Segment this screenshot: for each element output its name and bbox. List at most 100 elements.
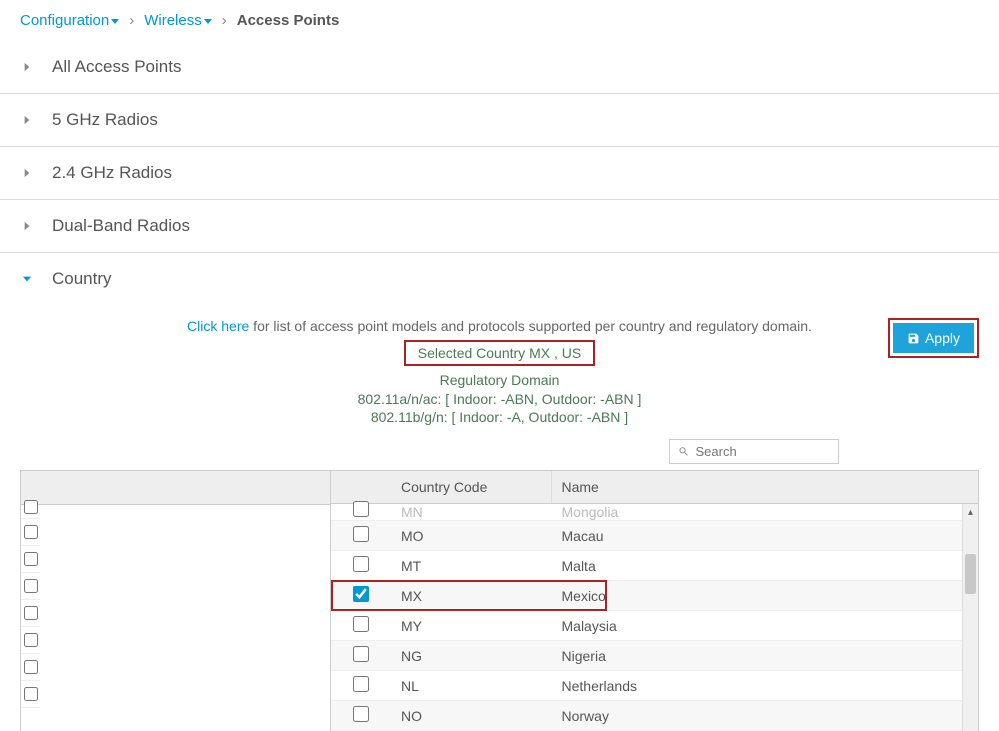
section-title: 2.4 GHz Radios [52, 163, 172, 183]
stub-checkbox[interactable] [24, 606, 38, 620]
row-checkbox[interactable] [353, 501, 369, 517]
table-row[interactable]: NLNetherlands [331, 671, 978, 701]
stub-checkbox-cell [21, 546, 40, 573]
chevron-right-icon [20, 166, 34, 180]
country-panel: Apply Click here for list of access poin… [0, 305, 999, 731]
row-checkbox[interactable] [353, 616, 369, 632]
stub-checkbox[interactable] [24, 687, 38, 701]
country-code-cell: NL [391, 671, 551, 701]
stub-checkbox[interactable] [24, 525, 38, 539]
stub-header-wide [40, 471, 330, 505]
country-code-cell: MN [391, 504, 551, 521]
row-checkbox-cell [331, 701, 391, 731]
section-24ghz-radios[interactable]: 2.4 GHz Radios [0, 147, 999, 200]
row-checkbox[interactable] [353, 676, 369, 692]
stub-checkbox[interactable] [24, 552, 38, 566]
chevron-right-icon [20, 113, 34, 127]
country-code-cell: NG [391, 641, 551, 671]
table-row[interactable]: NONorway [331, 701, 978, 731]
section-all-access-points[interactable]: All Access Points [0, 41, 999, 94]
checkbox-column-header [331, 471, 391, 504]
breadcrumb-separator: › [129, 12, 134, 29]
section-title: Dual-Band Radios [52, 216, 190, 236]
country-code-cell: MO [391, 521, 551, 551]
selected-country-label: Selected Country [418, 345, 529, 361]
row-checkbox-cell [331, 551, 391, 581]
selected-country-value: MX , US [529, 345, 581, 361]
section-title: 5 GHz Radios [52, 110, 158, 130]
country-name-cell: Nigeria [551, 641, 958, 671]
section-dual-band-radios[interactable]: Dual-Band Radios [0, 200, 999, 253]
stub-checkbox[interactable] [24, 660, 38, 674]
section-title: Country [52, 269, 112, 289]
country-code-cell: MY [391, 611, 551, 641]
row-checkbox[interactable] [353, 526, 369, 542]
regulatory-line-1: 802.11a/n/ac: [ Indoor: -ABN, Outdoor: -… [20, 391, 979, 407]
chevron-right-icon [20, 219, 34, 233]
country-name-cell: Malaysia [551, 611, 958, 641]
table-row[interactable]: NGNigeria [331, 641, 978, 671]
stub-checkbox-cell [21, 681, 40, 708]
table-row[interactable]: MYMalaysia [331, 611, 978, 641]
country-code-cell: NO [391, 701, 551, 731]
scroll-thumb[interactable] [965, 554, 976, 594]
search-box[interactable] [669, 439, 839, 464]
apply-button[interactable]: Apply [893, 323, 974, 353]
row-checkbox[interactable] [353, 586, 369, 602]
stub-checkbox-cell [21, 600, 40, 627]
country-name-cell: Macau [551, 521, 958, 551]
country-name-cell: Mexico [551, 581, 958, 611]
click-here-link[interactable]: Click here [187, 318, 249, 334]
section-country[interactable]: Country [0, 253, 999, 305]
row-checkbox[interactable] [353, 706, 369, 722]
table-row[interactable]: MOMacau [331, 521, 978, 551]
row-checkbox-cell [331, 641, 391, 671]
dropdown-caret-icon [204, 19, 212, 24]
stub-checkbox-cell [21, 654, 40, 681]
breadcrumb: Configuration › Wireless › Access Points [0, 0, 999, 41]
row-checkbox-cell [331, 671, 391, 701]
stub-checkbox-cell [21, 505, 40, 519]
dropdown-caret-icon [111, 19, 119, 24]
row-checkbox-cell [331, 611, 391, 641]
country-code-cell: MX [391, 581, 551, 611]
country-name-header[interactable]: Name [551, 471, 958, 504]
apply-highlight-box: Apply [888, 318, 979, 358]
stub-checkbox[interactable] [24, 579, 38, 593]
stub-checkbox-cell [21, 573, 40, 600]
save-icon [907, 332, 920, 345]
country-name-cell: Netherlands [551, 671, 958, 701]
row-checkbox[interactable] [353, 646, 369, 662]
stub-checkbox[interactable] [24, 500, 38, 514]
regulatory-line-2: 802.11b/g/n: [ Indoor: -A, Outdoor: -ABN… [20, 409, 979, 425]
stub-checkbox-cell [21, 627, 40, 654]
breadcrumb-configuration[interactable]: Configuration [20, 12, 119, 29]
scrollbar[interactable]: ▴ [962, 504, 978, 731]
stub-checkbox[interactable] [24, 633, 38, 647]
chevron-down-icon [20, 272, 34, 286]
breadcrumb-separator: › [222, 12, 227, 29]
scroll-column [958, 471, 978, 504]
table-row[interactable]: MXMexico [331, 581, 978, 611]
country-name-cell: Mongolia [551, 504, 958, 521]
chevron-right-icon [20, 60, 34, 74]
section-5ghz-radios[interactable]: 5 GHz Radios [0, 94, 999, 147]
row-checkbox-cell [331, 504, 391, 521]
search-input[interactable] [696, 444, 831, 459]
breadcrumb-wireless[interactable]: Wireless [144, 12, 212, 29]
table-row[interactable]: MTMalta [331, 551, 978, 581]
selected-country-box: Selected Country MX , US [404, 340, 595, 366]
country-table: Country Code Name [331, 471, 978, 504]
apply-label: Apply [925, 330, 960, 346]
breadcrumb-current: Access Points [237, 12, 340, 29]
scroll-up-icon[interactable]: ▴ [963, 504, 978, 520]
info-region: Apply Click here for list of access poin… [20, 318, 979, 425]
country-name-cell: Norway [551, 701, 958, 731]
country-name-cell: Malta [551, 551, 958, 581]
row-checkbox[interactable] [353, 556, 369, 572]
info-text: for list of access point models and prot… [249, 318, 812, 334]
country-code-header[interactable]: Country Code [391, 471, 551, 504]
country-code-cell: MT [391, 551, 551, 581]
row-checkbox-cell [331, 581, 391, 611]
table-row[interactable]: MNMongolia [331, 504, 978, 521]
